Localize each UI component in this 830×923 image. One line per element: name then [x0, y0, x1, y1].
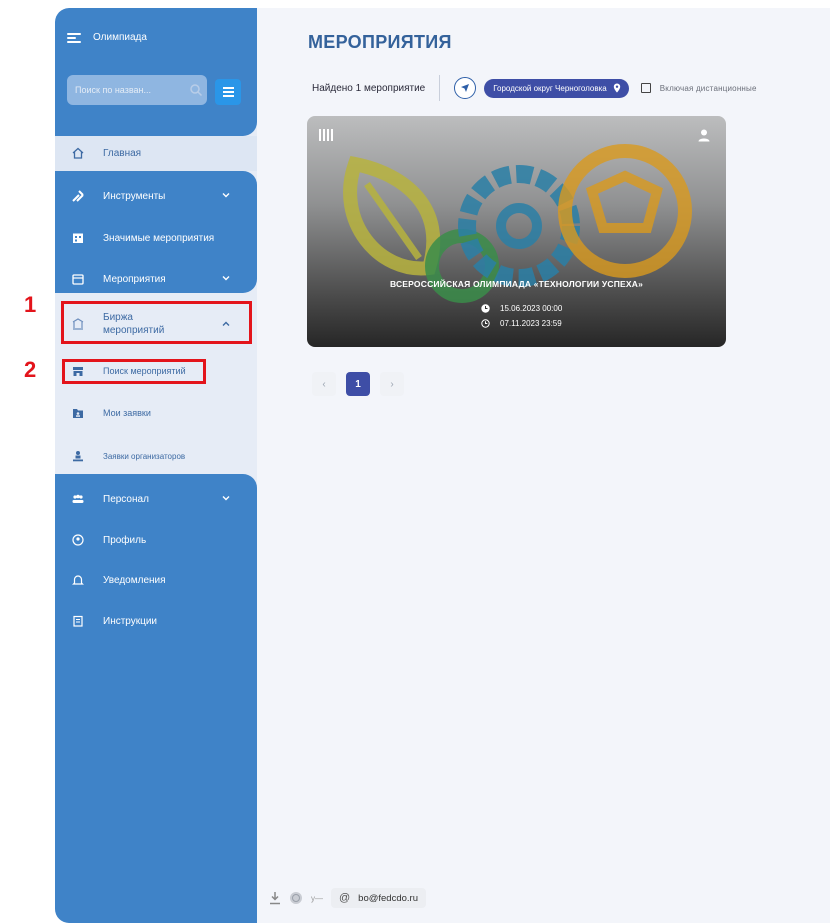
sidebar-header: Олимпиада	[67, 32, 147, 43]
sidebar-item-label: Уведомления	[103, 574, 166, 586]
barcode-icon	[319, 129, 333, 141]
annotation-box-1	[61, 301, 252, 344]
chevron-down-icon	[222, 193, 230, 198]
search-input[interactable]	[67, 84, 179, 96]
location-chip-label: Городской округ Черноголовка	[493, 83, 607, 93]
include-remote-checkbox[interactable]	[640, 83, 651, 93]
prev-page-button[interactable]: ‹	[312, 372, 336, 396]
annotation-box-2	[62, 359, 206, 384]
location-arrow-icon	[461, 84, 470, 92]
filter-bar: Найдено 1 мероприятие Городской округ Че…	[312, 72, 757, 104]
sidebar-item-my-applications[interactable]: Мои заявки	[55, 396, 257, 430]
sidebar-item-label: Персонал	[103, 493, 149, 505]
next-page-button[interactable]: ›	[380, 372, 404, 396]
bell-icon	[72, 575, 84, 585]
list-icon	[222, 86, 234, 98]
results-count: Найдено 1 мероприятие	[312, 82, 426, 94]
footer-email: bo@fedcdo.ru	[358, 892, 418, 904]
sidebar-item-label: Мероприятия	[103, 273, 166, 285]
event-card[interactable]: ВСЕРОССИЙСКАЯ ОЛИМПИАДА «ТЕХНОЛОГИИ УСПЕ…	[307, 116, 726, 347]
include-remote-label: Включая дистанционные	[659, 83, 757, 93]
book-icon	[73, 615, 83, 627]
calendar-grid-icon	[73, 233, 83, 243]
sidebar-item-instructions[interactable]: Инструкции	[55, 604, 257, 638]
email-chip[interactable]: @ bo@fedcdo.ru	[331, 888, 426, 908]
footer: у— @ bo@fedcdo.ru	[269, 888, 426, 908]
sidebar: Олимпиада Главная Инструменты	[55, 8, 257, 923]
search-icon[interactable]	[189, 83, 203, 97]
annotation-step-1: 1	[24, 292, 37, 317]
sidebar-item-notifications[interactable]: Уведомления	[55, 563, 257, 597]
pagination: ‹ 1 ›	[312, 372, 404, 396]
clock-outline-icon	[481, 319, 490, 328]
folder-user-icon	[73, 409, 83, 418]
annotation-step-2: 2	[24, 357, 37, 382]
map-pin-icon	[613, 83, 620, 93]
seal-icon	[290, 892, 302, 904]
profile-icon	[72, 534, 84, 546]
at-icon: @	[339, 892, 351, 904]
list-view-button[interactable]	[215, 79, 241, 105]
event-start-date: 15.06.2023 00:00	[500, 304, 563, 313]
sidebar-item-staff[interactable]: Персонал	[55, 482, 257, 516]
sidebar-item-label: Инструменты	[103, 190, 166, 202]
page-1-button[interactable]: 1	[346, 372, 370, 396]
page-title: МЕРОПРИЯТИЯ	[308, 32, 452, 52]
clock-filled-icon	[481, 304, 490, 313]
calendar-icon	[72, 274, 84, 285]
chevron-down-icon	[222, 276, 230, 281]
sidebar-item-organizer-applications[interactable]: Заявки организаторов	[55, 439, 257, 473]
event-title: ВСЕРОССИЙСКАЯ ОЛИМПИАДА «ТЕХНОЛОГИИ УСПЕ…	[389, 279, 644, 289]
sidebar-item-label: Заявки организаторов	[103, 451, 186, 461]
sidebar-item-tools[interactable]: Инструменты	[55, 179, 257, 213]
location-filter-chip[interactable]: Городской округ Черноголовка	[484, 78, 629, 98]
sidebar-item-home[interactable]: Главная	[55, 136, 257, 170]
sidebar-item-events[interactable]: Мероприятия	[55, 262, 257, 296]
filter-divider	[439, 75, 441, 101]
app-window: Олимпиада Главная Инструменты	[55, 8, 830, 923]
event-start-row: 15.06.2023 00:00	[481, 304, 562, 313]
sidebar-item-label: Инструкции	[103, 615, 158, 627]
home-icon	[72, 147, 84, 159]
app-title: Олимпиада	[93, 32, 147, 43]
search-box	[67, 75, 207, 105]
event-end-date: 07.11.2023 23:59	[500, 319, 562, 328]
location-button[interactable]	[454, 77, 477, 99]
menu-icon[interactable]	[67, 32, 81, 43]
tools-icon	[72, 190, 84, 202]
organizer-icon	[73, 451, 83, 462]
sidebar-item-significant-events[interactable]: Значимые мероприятия	[55, 221, 257, 255]
sidebar-item-label: Главная	[103, 147, 142, 159]
people-icon	[72, 494, 84, 503]
footer-dash-text: у—	[311, 893, 323, 903]
user-icon	[698, 129, 710, 142]
event-end-row: 07.11.2023 23:59	[481, 319, 562, 328]
sidebar-item-label: Значимые мероприятия	[103, 232, 215, 244]
chevron-down-icon	[222, 496, 230, 501]
download-icon[interactable]	[269, 891, 281, 905]
sidebar-item-label: Профиль	[103, 534, 147, 546]
sidebar-item-label: Мои заявки	[103, 408, 151, 418]
sidebar-item-profile[interactable]: Профиль	[55, 523, 257, 557]
